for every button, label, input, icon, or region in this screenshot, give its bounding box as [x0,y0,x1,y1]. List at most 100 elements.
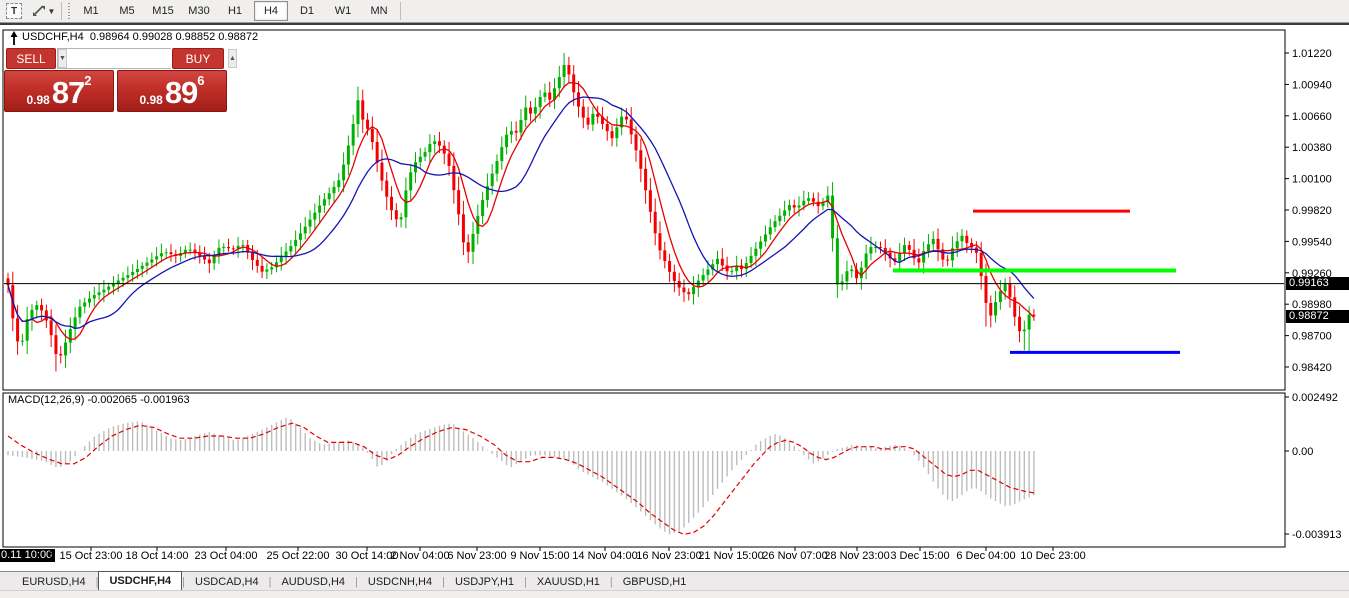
candle-body [514,130,518,133]
one-click-trade-panel: SELL ▼ ▲ BUY 0.98 87 2 0.98 89 6 [4,45,237,114]
candle-body [126,275,130,278]
candle-body [811,198,815,202]
candle-body [763,234,767,242]
candle-body [538,96,542,108]
volume-decrease-button[interactable]: ▼ [58,49,67,68]
candle-body [461,214,465,243]
candle-body [835,238,839,285]
candle-body [241,245,245,247]
buy-price-prefix: 0.98 [139,93,163,107]
candle-body [845,271,849,282]
timeframe-button-w1[interactable]: W1 [326,1,360,21]
candle-body [212,256,216,264]
candle-body [356,100,360,125]
toolbar-grip-handle[interactable] [67,3,71,19]
candle-body [471,233,475,252]
buy-button[interactable]: BUY [172,48,224,69]
candle-body [250,252,254,260]
tile-windows-icon[interactable]: ▼ [28,2,58,20]
candle-body [979,252,983,277]
candle-body [495,161,499,174]
candle-body [322,199,326,206]
candle-body [87,298,91,303]
candle-body [303,226,307,234]
candle-body [188,249,192,251]
candle-body [965,235,969,243]
candle-body [509,130,513,135]
candle-body [548,92,552,100]
candle-body [586,117,590,125]
price-axis-label: 0.99820 [1292,205,1332,217]
macd-axis-label: -0.003913 [1292,529,1342,541]
candle-body [327,193,331,200]
timeframe-button-m1[interactable]: M1 [74,1,108,21]
candle-body [155,256,159,260]
time-axis-label: 2 Nov 04:00 [390,550,449,562]
candle-body [567,65,571,75]
macd-axis-label: 0.00 [1292,446,1313,458]
candle-body [634,134,638,151]
buy-price-box[interactable]: 0.98 89 6 [117,70,227,112]
candle-body [759,241,763,249]
timeframe-button-mn[interactable]: MN [362,1,396,21]
price-axis-label: 1.00380 [1292,142,1332,154]
candle-body [457,190,461,215]
candle-body [270,267,274,270]
candle-body [668,261,672,272]
tab-usdcnh[interactable]: USDCNH,H4 [358,573,442,591]
candle-body [145,262,149,266]
volume-increase-button[interactable]: ▲ [227,49,237,68]
candle-body [519,120,523,133]
tab-usdchf[interactable]: USDCHF,H4 [98,571,183,591]
candle-body [787,205,791,211]
candle-body [102,289,106,293]
candle-body [831,195,835,239]
text-label-glyph: T [6,3,22,19]
candle-body [994,302,998,316]
tile-windows-glyph [32,5,45,16]
timeframe-button-m30[interactable]: M30 [182,1,216,21]
candle-body [361,100,365,120]
chevron-down-icon: ▼ [47,6,56,16]
text-label-tool-icon[interactable]: T [4,2,24,20]
sell-button[interactable]: SELL [6,48,56,69]
candle-body [68,329,72,343]
candle-body [447,153,451,166]
candle-body [850,269,854,272]
candle-body [131,272,135,276]
time-axis-label: 28 Nov 23:00 [824,550,889,562]
candle-body [562,65,566,77]
sell-price-pip: 2 [84,73,92,88]
tab-usdjpy[interactable]: USDJPY,H1 [445,573,524,591]
candle-body [648,190,652,212]
candle-body [260,265,264,272]
tab-audusd[interactable]: AUDUSD,H4 [271,573,355,591]
tab-usdcad[interactable]: USDCAD,H4 [185,573,269,591]
sell-price-box[interactable]: 0.98 87 2 [4,70,114,112]
timeframe-buttons: M1 M5 M15 M30 H1 H4 D1 W1 MN [73,1,397,21]
candle-body [346,145,350,165]
timeframe-button-h4[interactable]: H4 [254,1,288,21]
toolbar-separator [61,2,62,20]
timeframe-button-m15[interactable]: M15 [146,1,180,21]
candle-body [682,287,686,293]
timeframe-button-m5[interactable]: M5 [110,1,144,21]
volume-spinner: ▼ ▲ [57,48,237,69]
macd-indicator-label: MACD(12,26,9) -0.002065 -0.001963 [8,394,190,406]
tab-eurusd[interactable]: EURUSD,H4 [12,573,96,591]
timeframe-button-h1[interactable]: H1 [218,1,252,21]
candle-body [342,164,346,181]
candle-body [481,199,485,216]
candle-body [902,245,906,254]
candle-body [337,180,341,188]
candle-body [375,142,379,163]
candle-body [807,198,811,201]
timeframe-button-d1[interactable]: D1 [290,1,324,21]
time-axis-label: 10 Dec 23:00 [1020,550,1085,562]
candle-body [500,147,504,162]
candle-body [16,318,20,342]
tab-xauusd[interactable]: XAUUSD,H1 [527,573,610,591]
candle-body [936,238,940,250]
candle-body [1022,329,1026,332]
tab-gbpusd[interactable]: GBPUSD,H1 [613,573,697,591]
